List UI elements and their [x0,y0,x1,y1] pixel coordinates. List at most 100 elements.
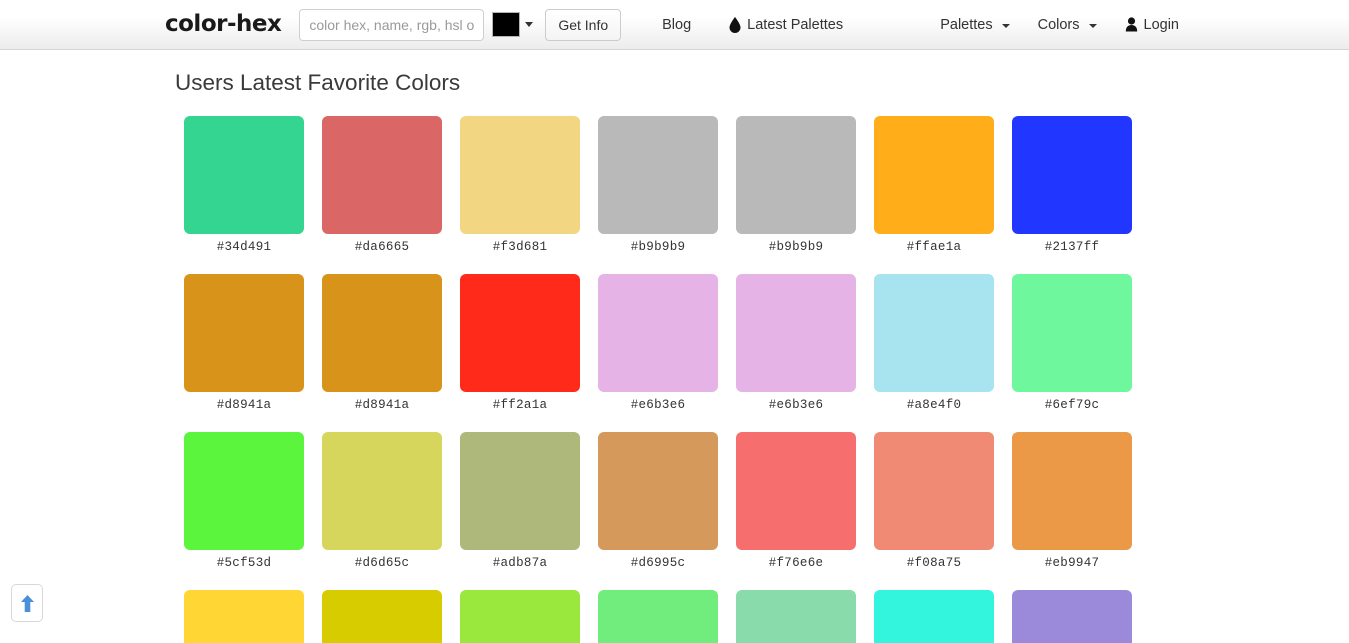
color-swatch-item[interactable]: #e6b3e6 [589,274,727,412]
color-swatch-item[interactable] [175,590,313,643]
color-hex-label: #b9b9b9 [630,240,686,254]
color-swatch-item[interactable] [865,590,1003,643]
color-hex-label: #b9b9b9 [768,240,824,254]
nav-item-login[interactable]: Login [1111,17,1193,33]
main-content: Users Latest Favorite Colors #34d491 #da6… [0,50,1349,643]
color-swatch[interactable] [1012,116,1132,234]
color-hex-label: #d8941a [216,398,272,412]
droplet-icon [729,16,741,33]
color-swatch[interactable] [736,274,856,392]
nav-item-latest-palettes-label: Latest Palettes [747,16,844,33]
color-hex-label: #a8e4f0 [906,398,962,412]
color-swatch-item[interactable]: #f76e6e [727,432,865,570]
color-swatch-item[interactable] [451,590,589,643]
color-swatch-item[interactable] [589,590,727,643]
color-swatch[interactable] [1012,432,1132,550]
top-navbar: color-hex Get Info Blog Latest Palettes … [0,0,1349,50]
color-swatch-item[interactable] [727,590,865,643]
color-swatch[interactable] [184,432,304,550]
color-grid: #34d491 #da6665 #f3d681 #b9b9b9 #b9b9b9 #ffae… [175,116,1150,643]
color-hex-label: #34d491 [216,240,272,254]
color-swatch-item[interactable]: #5cf53d [175,432,313,570]
color-hex-label: #f76e6e [768,556,824,570]
color-picker-swatch[interactable] [492,12,521,37]
site-logo[interactable]: color-hex [165,13,282,36]
color-picker[interactable] [492,9,534,41]
color-swatch-item[interactable]: #b9b9b9 [589,116,727,254]
color-swatch[interactable] [874,432,994,550]
color-swatch-item[interactable]: #f3d681 [451,116,589,254]
color-hex-label: #2137ff [1044,240,1100,254]
nav-item-latest-palettes[interactable]: Latest Palettes [718,16,854,33]
color-swatch[interactable] [874,116,994,234]
color-swatch[interactable] [736,590,856,643]
scroll-to-top-button[interactable] [11,584,43,622]
color-swatch-item[interactable] [1003,590,1141,643]
color-swatch-item[interactable] [313,590,451,643]
color-swatch[interactable] [322,274,442,392]
color-swatch-item[interactable]: #adb87a [451,432,589,570]
color-swatch-item[interactable]: #e6b3e6 [727,274,865,412]
color-swatch[interactable] [322,116,442,234]
color-hex-label: #d8941a [354,398,410,412]
color-swatch-item[interactable]: #ff2a1a [451,274,589,412]
color-hex-label: #f08a75 [906,556,962,570]
color-swatch[interactable] [460,274,580,392]
color-swatch[interactable] [598,274,718,392]
color-swatch-item[interactable]: #a8e4f0 [865,274,1003,412]
nav-item-blog-label: Blog [662,16,692,33]
color-swatch[interactable] [184,274,304,392]
color-swatch[interactable] [736,432,856,550]
color-swatch[interactable] [460,116,580,234]
nav-item-colors[interactable]: Colors [1024,17,1111,33]
color-swatch-item[interactable]: #d8941a [175,274,313,412]
color-swatch[interactable] [1012,274,1132,392]
color-swatch-item[interactable]: #eb9947 [1003,432,1141,570]
color-hex-label: #ff2a1a [492,398,548,412]
color-swatch-item[interactable]: #da6665 [313,116,451,254]
nav-item-login-label: Login [1143,16,1179,33]
color-swatch-item[interactable]: #2137ff [1003,116,1141,254]
color-swatch[interactable] [184,116,304,234]
arrow-up-icon [20,594,35,613]
color-swatch-item[interactable]: #d8941a [313,274,451,412]
color-swatch-item[interactable]: #34d491 [175,116,313,254]
color-hex-label: #da6665 [354,240,410,254]
chevron-down-icon[interactable] [525,22,534,27]
color-swatch-item[interactable]: #ffae1a [865,116,1003,254]
color-hex-label: #d6995c [630,556,686,570]
color-swatch[interactable] [460,432,580,550]
color-swatch[interactable] [598,590,718,643]
color-swatch[interactable] [184,590,304,643]
color-swatch-item[interactable]: #b9b9b9 [727,116,865,254]
get-info-button[interactable]: Get Info [545,8,622,41]
color-swatch[interactable] [598,432,718,550]
color-hex-label: #e6b3e6 [630,398,686,412]
color-hex-label: #d6d65c [354,556,410,570]
color-swatch-item[interactable]: #f08a75 [865,432,1003,570]
chevron-down-icon [1001,23,1010,28]
color-hex-label: #e6b3e6 [768,398,824,412]
nav-item-palettes[interactable]: Palettes [926,17,1023,33]
nav-item-colors-label: Colors [1037,16,1080,33]
color-swatch[interactable] [1012,590,1132,643]
color-hex-label: #6ef79c [1044,398,1100,412]
color-hex-label: #ffae1a [906,240,962,254]
color-swatch-item[interactable]: #d6d65c [313,432,451,570]
color-swatch-item[interactable]: #d6995c [589,432,727,570]
nav-item-palettes-label: Palettes [940,16,993,33]
color-hex-label: #eb9947 [1044,556,1100,570]
color-swatch[interactable] [874,274,994,392]
color-swatch-item[interactable]: #6ef79c [1003,274,1141,412]
nav-item-blog[interactable]: Blog [651,17,702,33]
color-swatch[interactable] [322,432,442,550]
color-swatch[interactable] [874,590,994,643]
color-swatch[interactable] [736,116,856,234]
color-hex-label: #adb87a [492,556,548,570]
color-swatch[interactable] [322,590,442,643]
chevron-down-icon [1088,23,1097,28]
page-title: Users Latest Favorite Colors [175,70,461,95]
color-swatch[interactable] [460,590,580,643]
search-input[interactable] [299,8,485,41]
color-swatch[interactable] [598,116,718,234]
